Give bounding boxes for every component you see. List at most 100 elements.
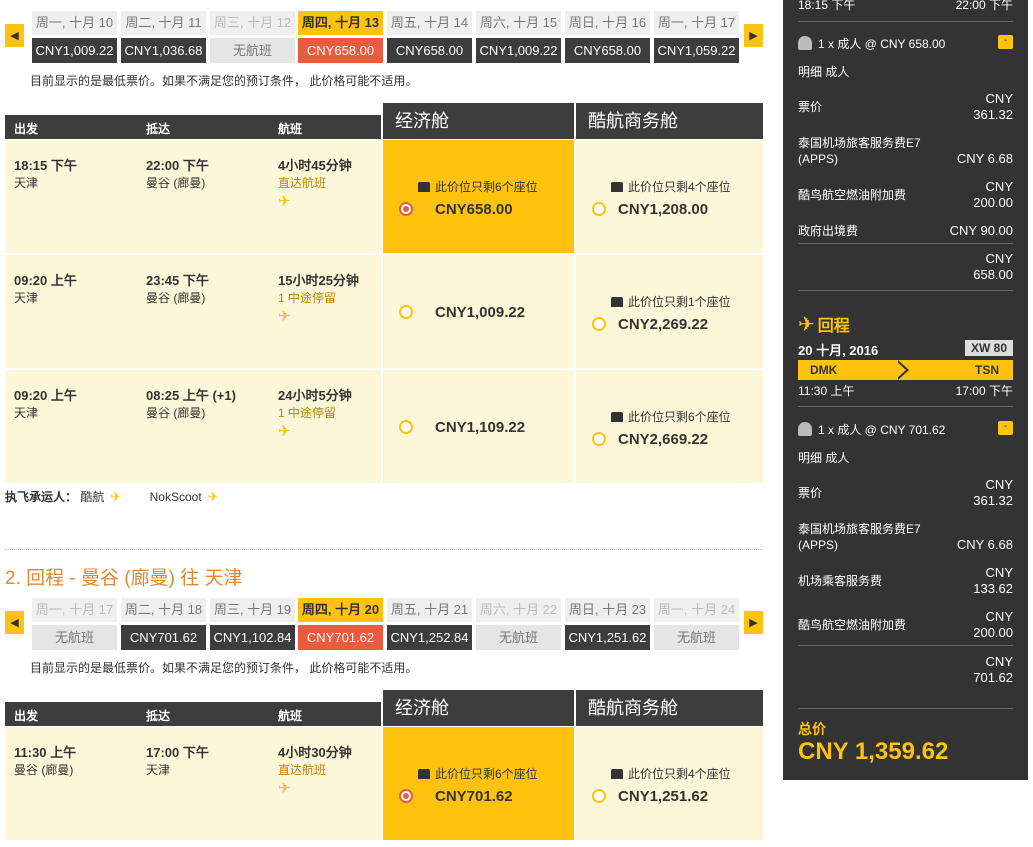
date-cell[interactable]: 周日, 十月 23 CNY1,251.62 bbox=[565, 598, 650, 654]
minus-icon[interactable]: - bbox=[998, 421, 1013, 435]
departure-time: 11:30 上午 bbox=[14, 745, 77, 760]
date-label: 周六, 十月 22 bbox=[476, 598, 561, 622]
plane-icon: ✈ bbox=[278, 780, 291, 797]
flight-duration: 4小时30分钟 bbox=[278, 745, 352, 760]
economy-fare-cell[interactable]: CNY1,109.22 bbox=[383, 370, 574, 483]
date-price: CNY658.00 bbox=[298, 38, 383, 63]
seats-left-label: 此价位只剩4个座位 bbox=[628, 180, 731, 194]
header-economy: 经济舱 bbox=[383, 103, 574, 139]
passenger-line: 1 x 成人 @ CNY 658.00 bbox=[798, 35, 945, 52]
flight-stops[interactable]: 1 中途停留 bbox=[278, 289, 336, 306]
fare-radio[interactable] bbox=[592, 317, 606, 331]
business-fare-cell[interactable]: 此价位只剩4个座位 CNY1,208.00 bbox=[576, 140, 763, 253]
date-cell[interactable]: 周一, 十月 10 CNY1,009.22 bbox=[32, 11, 117, 67]
arrival-city: 曼谷 (廊曼) bbox=[146, 176, 206, 190]
date-price: CNY1,059.22 bbox=[654, 38, 739, 63]
economy-fare-cell[interactable]: CNY1,009.22 bbox=[383, 255, 574, 368]
date-cell[interactable]: 周日, 十月 16 CNY658.00 bbox=[565, 11, 650, 67]
passenger-line: 1 x 成人 @ CNY 701.62 bbox=[798, 421, 945, 438]
date-label: 周二, 十月 18 bbox=[121, 598, 206, 622]
fee-label: 泰国机场旅客服务费E7 (APPS) bbox=[798, 136, 921, 166]
total-label: 总价 bbox=[798, 721, 826, 737]
economy-fare-cell[interactable]: 此价位只剩6个座位 CNY658.00 bbox=[383, 140, 574, 253]
departure-city: 曼谷 (廊曼) bbox=[14, 763, 74, 777]
business-fare-cell[interactable]: 此价位只剩6个座位 CNY2,669.22 bbox=[576, 370, 763, 483]
fare-radio[interactable] bbox=[592, 432, 606, 446]
route-arrow bbox=[895, 360, 906, 380]
date-label: 周一, 十月 24 bbox=[654, 598, 739, 622]
date-label: 周日, 十月 16 bbox=[565, 11, 650, 35]
date-price: CNY658.00 bbox=[565, 38, 650, 63]
date-label: 周六, 十月 15 bbox=[476, 11, 561, 35]
plane-icon: ✈ bbox=[278, 193, 291, 210]
fee-value: CNY 361.32 bbox=[973, 477, 1013, 508]
carriers-line: 执飞承运人： 酷航 ✈ NokScoot ✈ bbox=[5, 488, 244, 505]
header-depart: 出发 bbox=[14, 122, 39, 136]
chevron-right-icon[interactable]: ▶ bbox=[744, 611, 763, 634]
seats-left: 此价位只剩6个座位 bbox=[418, 765, 538, 782]
date-price: 无航班 bbox=[476, 625, 561, 650]
passenger-icon bbox=[798, 36, 812, 50]
date-price: CNY701.62 bbox=[298, 625, 383, 650]
date-price: 无航班 bbox=[210, 38, 295, 63]
flight-info: 11:30 上午 曼谷 (廊曼) 17:00 下午 天津 4小时30分钟 直达航… bbox=[5, 727, 381, 840]
chevron-left-icon[interactable]: ◀ bbox=[5, 24, 24, 47]
date-cell-selected[interactable]: 周四, 十月 13 CNY658.00 bbox=[298, 11, 383, 67]
flight-stops[interactable]: 直达航班 bbox=[278, 761, 326, 778]
fare-radio[interactable] bbox=[399, 789, 413, 803]
departure-time: 09:20 上午 bbox=[14, 273, 77, 288]
date-cell[interactable]: 周二, 十月 11 CNY1,036.68 bbox=[121, 11, 206, 67]
date-label: 周五, 十月 14 bbox=[387, 11, 472, 35]
chevron-right-icon[interactable]: ▶ bbox=[744, 24, 763, 47]
passenger-fare: 1 x 成人 @ CNY 658.00 bbox=[818, 37, 946, 51]
header-arrive: 抵达 bbox=[146, 122, 171, 136]
divider bbox=[798, 21, 1013, 22]
date-cell: 周三, 十月 12 无航班 bbox=[210, 11, 295, 67]
flight-stops[interactable]: 1 中途停留 bbox=[278, 404, 336, 421]
date-label: 周一, 十月 10 bbox=[32, 11, 117, 35]
seats-left-label: 此价位只剩6个座位 bbox=[628, 410, 731, 424]
flight-row: 11:30 上午 曼谷 (廊曼) 17:00 下午 天津 4小时30分钟 直达航… bbox=[5, 727, 763, 840]
fare-radio[interactable] bbox=[399, 202, 413, 216]
seat-icon bbox=[611, 182, 623, 192]
date-cell[interactable]: 周二, 十月 18 CNY701.62 bbox=[121, 598, 206, 654]
arrival-city: 天津 bbox=[146, 763, 171, 777]
fee-value: CNY 90.00 bbox=[949, 223, 1013, 238]
fee-value: CNY 133.62 bbox=[973, 565, 1013, 596]
date-cell[interactable]: 周五, 十月 21 CNY1,252.84 bbox=[387, 598, 472, 654]
date-cell-selected[interactable]: 周四, 十月 20 CNY701.62 bbox=[298, 598, 383, 654]
chevron-left-icon[interactable]: ◀ bbox=[5, 611, 24, 634]
minus-icon[interactable]: - bbox=[998, 35, 1013, 49]
fare-radio[interactable] bbox=[399, 420, 413, 434]
date-label: 周二, 十月 11 bbox=[121, 11, 206, 35]
date-cell[interactable]: 周三, 十月 19 CNY1,102.84 bbox=[210, 598, 295, 654]
header-arrive: 抵达 bbox=[146, 709, 171, 723]
seats-left: 此价位只剩4个座位 bbox=[611, 765, 731, 782]
seats-left-label: 此价位只剩6个座位 bbox=[435, 180, 538, 194]
fare-radio[interactable] bbox=[399, 305, 413, 319]
fee-value: CNY 6.68 bbox=[956, 151, 1013, 166]
economy-fare-cell[interactable]: 此价位只剩6个座位 CNY701.62 bbox=[383, 727, 574, 840]
flight-info: 09:20 上午 天津 08:25 上午 (+1) 曼谷 (廊曼) 24小时5分… bbox=[5, 370, 381, 483]
date-cell[interactable]: 周一, 十月 17 CNY1,059.22 bbox=[654, 11, 739, 67]
date-cell[interactable]: 周六, 十月 15 CNY1,009.22 bbox=[476, 11, 561, 67]
date-cell[interactable]: 周五, 十月 14 CNY658.00 bbox=[387, 11, 472, 67]
flight-stops[interactable]: 直达航班 bbox=[278, 174, 326, 191]
fare-price: CNY1,208.00 bbox=[618, 201, 709, 218]
business-fare-cell[interactable]: 此价位只剩1个座位 CNY2,269.22 bbox=[576, 255, 763, 368]
plane-icon: ✈ bbox=[207, 489, 219, 504]
header-depart: 出发 bbox=[14, 709, 39, 723]
business-fare-cell[interactable]: 此价位只剩4个座位 CNY1,251.62 bbox=[576, 727, 763, 840]
divider bbox=[798, 645, 1013, 646]
carrier-name: NokScoot bbox=[149, 490, 202, 504]
fare-radio[interactable] bbox=[592, 789, 606, 803]
date-cell: 周一, 十月 17 无航班 bbox=[32, 598, 117, 654]
fee-label: 票价 bbox=[798, 486, 823, 500]
fee-value: CNY 6.68 bbox=[956, 537, 1013, 552]
plane-icon: ✈ bbox=[278, 423, 291, 440]
seat-icon bbox=[418, 182, 430, 192]
fare-radio[interactable] bbox=[592, 202, 606, 216]
outbound-date-strip: ◀ 周一, 十月 10 CNY1,009.22 周二, 十月 11 CNY1,036… bbox=[5, 11, 763, 67]
fee-label: 政府出境费 bbox=[798, 224, 859, 238]
seats-left: 此价位只剩1个座位 bbox=[611, 293, 731, 310]
